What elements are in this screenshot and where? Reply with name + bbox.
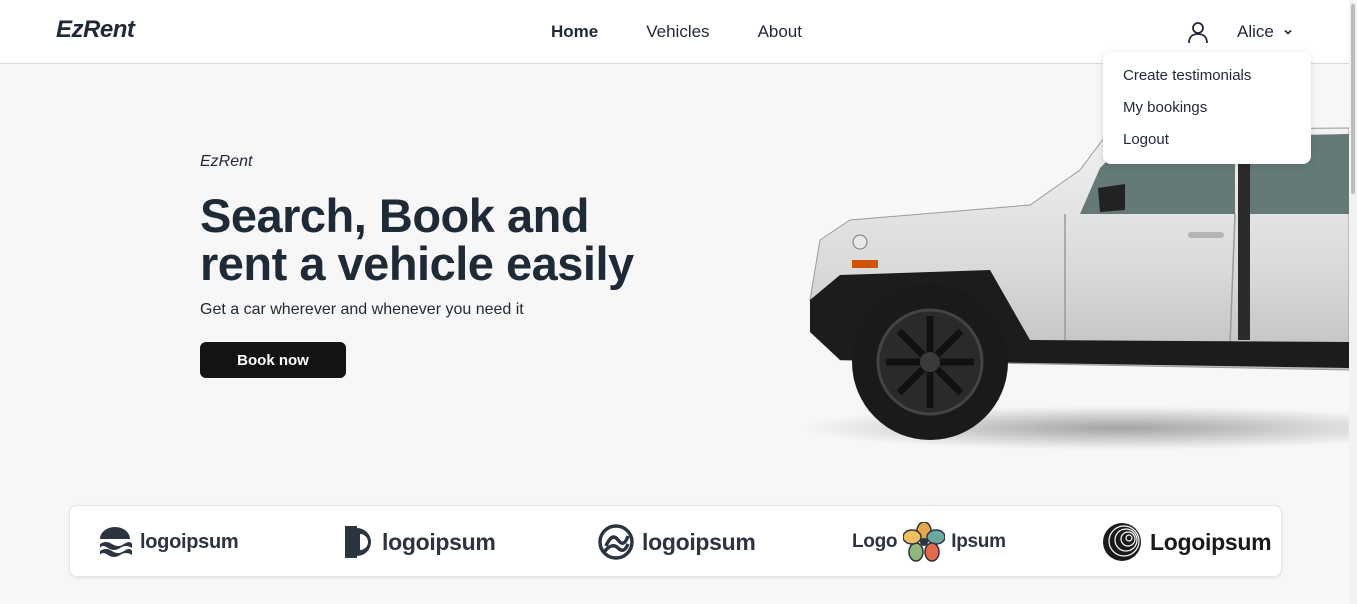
page-scrollbar[interactable] (1349, 0, 1357, 604)
user-menu-toggle[interactable]: Alice (1237, 22, 1294, 42)
menu-item-create-testimonials[interactable]: Create testimonials (1123, 66, 1291, 98)
partner-logo-3-text: logoipsum (642, 528, 756, 555)
partner-logo-2: logoipsum (344, 522, 496, 562)
swirl-logo-icon (598, 524, 634, 560)
brand-logo[interactable]: EzRent (56, 16, 135, 44)
chevron-down-icon (1284, 29, 1292, 35)
scrollbar-thumb[interactable] (1351, 4, 1355, 194)
hero-title: Search, Book and rent a vehicle easily (200, 192, 720, 288)
user-icon[interactable] (1186, 20, 1210, 44)
half-circle-logo-icon (345, 526, 371, 558)
partner-logo-5-text: Logoipsum (1150, 528, 1272, 555)
partner-logo-4: Logo Ipsum (852, 522, 1006, 562)
main-nav: Home Vehicles About (551, 22, 802, 42)
user-name: Alice (1237, 22, 1274, 41)
hero-kicker: EzRent (200, 153, 253, 170)
nav-vehicles[interactable]: Vehicles (646, 22, 709, 42)
book-now-button[interactable]: Book now (200, 342, 346, 378)
partner-logo-1-text: logoipsum (140, 530, 239, 553)
partner-logo-1: logoipsum (98, 522, 239, 562)
nav-home[interactable]: Home (551, 22, 598, 42)
menu-item-logout[interactable]: Logout (1123, 130, 1291, 162)
hero-title-line-2: rent a vehicle easily (200, 237, 634, 290)
partner-logo-5: Logoipsum (1102, 522, 1272, 562)
partner-logo-2-text: logoipsum (382, 528, 496, 555)
partner-logo-3: logoipsum (598, 522, 756, 562)
partner-logo-4-text-left: Logo (852, 531, 898, 552)
menu-item-my-bookings[interactable]: My bookings (1123, 98, 1291, 130)
user-dropdown-menu: Create testimonials My bookings Logout (1103, 52, 1311, 164)
hero-subtitle: Get a car wherever and whenever you need… (200, 301, 524, 318)
concentric-logo-icon (1103, 523, 1141, 561)
nav-about[interactable]: About (758, 22, 802, 42)
waves-logo-icon (100, 527, 132, 557)
flower-logo-icon (903, 522, 946, 562)
partner-logos-strip: logoipsum logoipsum logoipsum Logo Ipsum (69, 505, 1282, 577)
hero-title-line-1: Search, Book and (200, 189, 590, 242)
partner-logo-4-text-right: Ipsum (951, 531, 1006, 552)
